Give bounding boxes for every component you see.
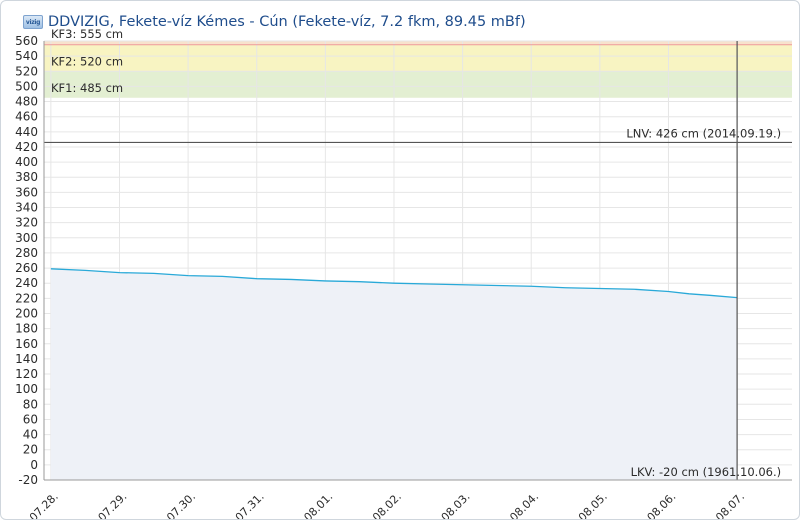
- threshold-label: KF1: 485 cm: [51, 81, 123, 95]
- y-tick-label: 440: [15, 125, 38, 139]
- water-level-chart: -2002040 6080100120140160180 2002202402602…: [15, 27, 792, 520]
- chart-frame: vizig DDVIZIG, Fekete-víz Kémes - Cún (F…: [0, 0, 800, 520]
- y-tick-label: 120: [15, 367, 38, 381]
- y-tick-label: 200: [15, 306, 38, 320]
- y-tick-label: 20: [23, 443, 38, 457]
- x-tick-label: 08.02.: [370, 490, 404, 520]
- series-area: [50, 268, 738, 480]
- x-tick-label: 07.28.: [27, 490, 61, 520]
- y-tick-label: 420: [15, 140, 38, 154]
- threshold-band: [44, 41, 792, 45]
- y-tick-label: 240: [15, 276, 38, 290]
- y-tick-label: 80: [23, 397, 38, 411]
- y-tick-label: 540: [15, 49, 38, 63]
- y-tick-label: 380: [15, 170, 38, 184]
- y-tick-label: 300: [15, 231, 38, 245]
- y-tick-label: 560: [15, 34, 38, 48]
- x-tick-label: 07.31.: [233, 490, 267, 520]
- y-tick-label: -20: [18, 473, 38, 487]
- y-tick-label: 60: [23, 412, 38, 426]
- x-tick-label: 08.06.: [645, 490, 679, 520]
- y-tick-label: 500: [15, 79, 38, 93]
- y-tick-label: 400: [15, 155, 38, 169]
- y-tick-label: 280: [15, 246, 38, 260]
- y-tick-label: 520: [15, 64, 38, 78]
- lnv-label: LNV: 426 cm (2014.09.19.): [626, 126, 781, 140]
- threshold-band: [44, 44, 792, 72]
- y-tick-label: 0: [30, 458, 38, 472]
- x-tick-label: 08.07.: [713, 490, 747, 520]
- y-tick-label: 320: [15, 216, 38, 230]
- x-tick-label: 07.30.: [164, 490, 198, 520]
- x-tick-label: 08.01.: [301, 490, 335, 520]
- lkv-label: LKV: -20 cm (1961.10.06.): [631, 465, 782, 479]
- y-tick-label: 140: [15, 352, 38, 366]
- x-tick-label: 08.04.: [507, 490, 541, 520]
- y-tick-label: 480: [15, 95, 38, 109]
- y-tick-label: 100: [15, 382, 38, 396]
- y-tick-label: 460: [15, 110, 38, 124]
- y-tick-label: 40: [23, 428, 38, 442]
- y-tick-label: 160: [15, 337, 38, 351]
- y-tick-label: 220: [15, 291, 38, 305]
- x-tick-label: 08.05.: [576, 490, 610, 520]
- y-tick-label: 180: [15, 322, 38, 336]
- threshold-band: [44, 71, 792, 98]
- x-tick-label: 07.29.: [96, 490, 130, 520]
- threshold-label: KF3: 555 cm: [51, 27, 123, 41]
- y-tick-label: 260: [15, 261, 38, 275]
- y-tick-label: 340: [15, 201, 38, 215]
- x-tick-label: 08.03.: [439, 490, 473, 520]
- threshold-label: KF2: 520 cm: [51, 54, 123, 68]
- y-tick-label: 360: [15, 185, 38, 199]
